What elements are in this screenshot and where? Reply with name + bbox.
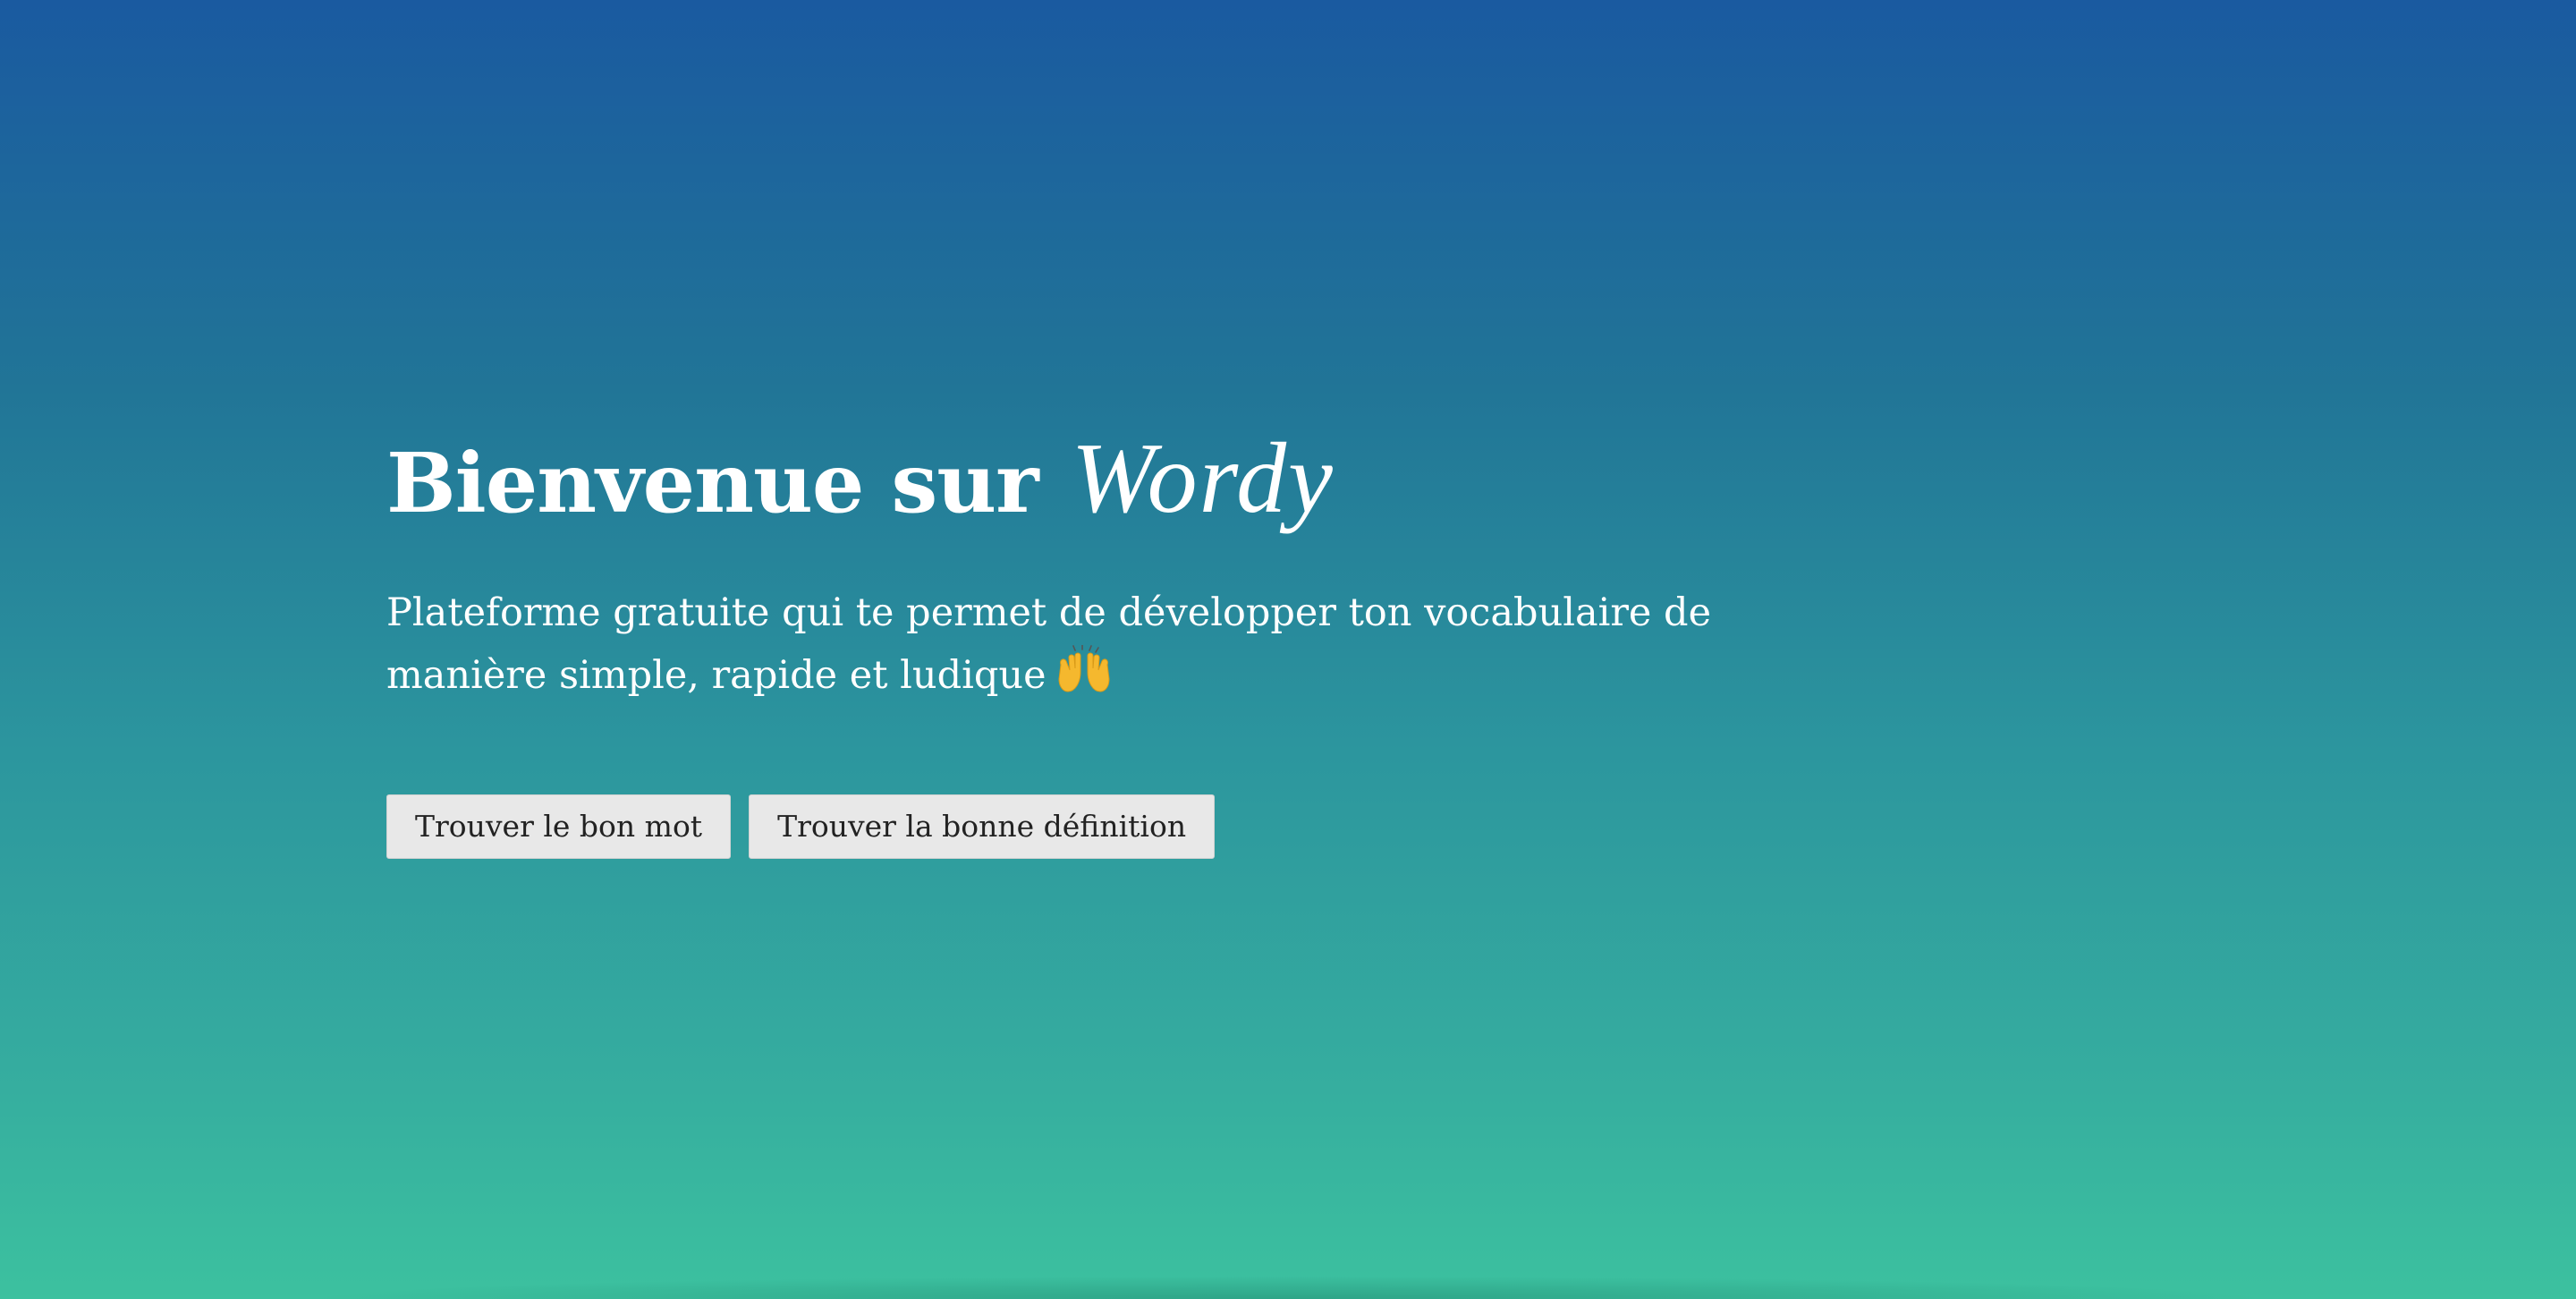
hero-actions: Trouver le bon mot Trouver la bonne défi… [386,794,1216,859]
hero-section: Bienvenue sur Wordy Plateforme gratuite … [386,420,1853,859]
raising-hands-icon [1058,645,1110,692]
bottom-shadow [304,1276,2272,1299]
subtitle-text: Plateforme gratuite qui te permet de dév… [386,590,1712,698]
find-definition-button[interactable]: Trouver la bonne définition [749,794,1216,859]
hero-subtitle: Plateforme gratuite qui te permet de dév… [386,582,1853,707]
brand-name: Wordy [1071,423,1335,534]
title-prefix: Bienvenue sur [386,435,1039,531]
page-title: Bienvenue sur Wordy [386,420,1853,541]
find-word-button[interactable]: Trouver le bon mot [386,794,732,859]
